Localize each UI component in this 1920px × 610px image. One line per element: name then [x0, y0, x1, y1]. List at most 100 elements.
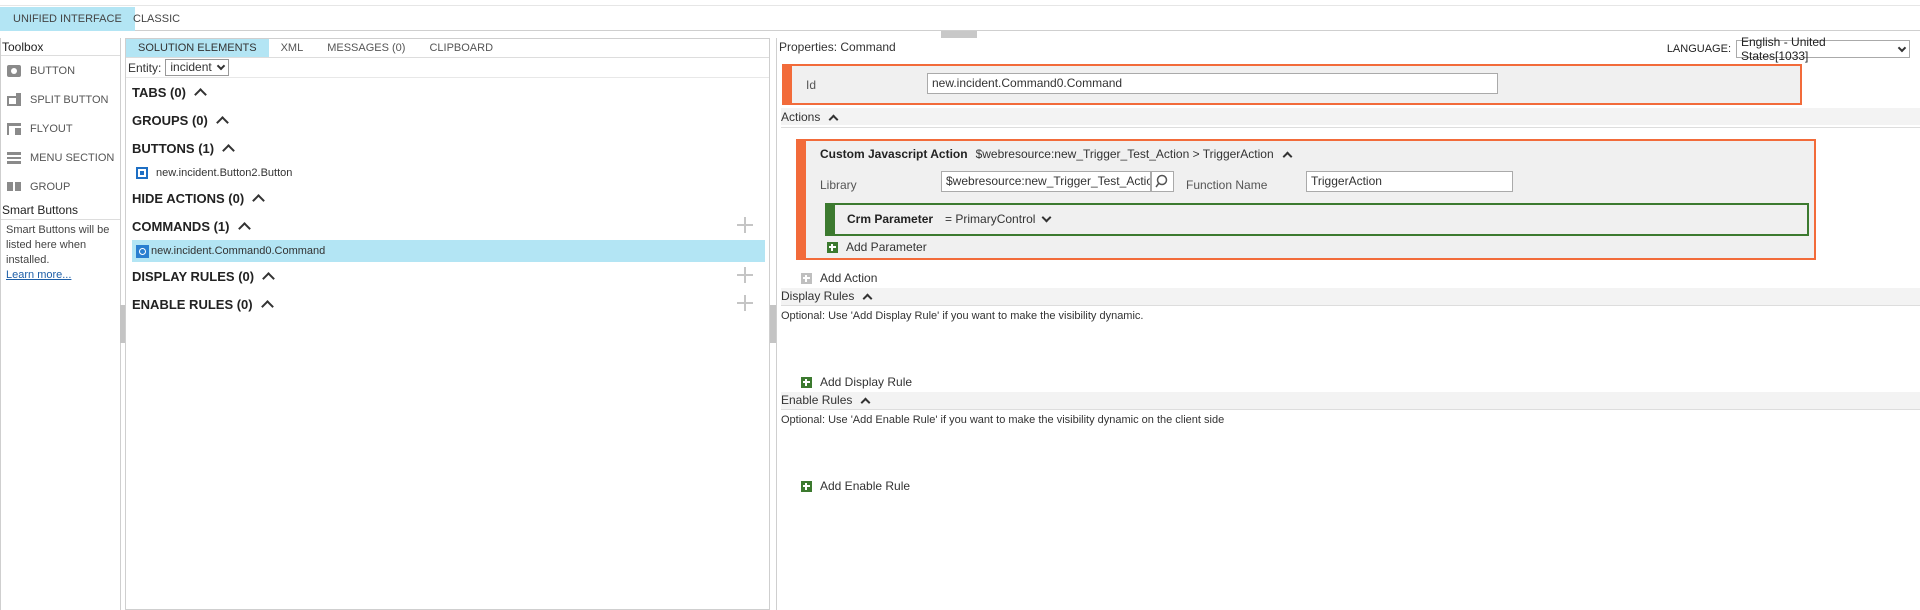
enable-rules-hint: Optional: Use 'Add Enable Rule' if you w… [781, 414, 1225, 426]
add-parameter-label: Add Parameter [846, 240, 927, 254]
library-field[interactable]: $webresource:new_Trigger_Test_Action [941, 171, 1151, 192]
add-icon [801, 376, 812, 388]
section-hide-actions-label: HIDE ACTIONS (0) [132, 190, 245, 206]
display-rules-header-band [781, 288, 1920, 305]
enable-rules-divider [781, 409, 1920, 410]
flyout-icon [6, 122, 22, 136]
tab-clipboard[interactable]: CLIPBOARD [417, 39, 505, 57]
chevron-up-icon[interactable] [237, 222, 251, 235]
toolbox-item-group[interactable]: GROUP [1, 172, 120, 201]
orange-accent-bar [784, 66, 792, 103]
section-tabs-label: TABS (0) [132, 84, 186, 100]
action-summary: $webresource:new_Trigger_Test_Action > T… [975, 147, 1274, 161]
add-display-rule-label: Add Display Rule [820, 375, 913, 389]
chevron-up-icon[interactable] [194, 88, 207, 101]
id-field[interactable]: new.incident.Command0.Command [927, 73, 1498, 94]
chevron-up-icon[interactable] [215, 116, 229, 129]
properties-title: Properties: Command [779, 40, 896, 54]
language-value: English - United States[1033] [1741, 35, 1826, 63]
tab-messages[interactable]: MESSAGES (0) [315, 39, 417, 57]
chevron-up-icon[interactable] [222, 144, 235, 157]
command-icon [136, 244, 149, 258]
add-enable-rule-link[interactable]: Add Enable Rule [801, 479, 910, 493]
button-item-label: new.incident.Button2.Button [156, 167, 293, 179]
chevron-up-icon[interactable] [252, 194, 266, 207]
action-header[interactable]: Custom Javascript Action $webresource:ne… [820, 147, 1293, 162]
solution-elements-panel: SOLUTION ELEMENTS XML MESSAGES (0) CLIPB… [125, 38, 770, 610]
chevron-up-icon[interactable] [862, 293, 873, 304]
tab-unified-interface[interactable]: UNIFIED INTERFACE [0, 7, 135, 31]
toolbox-panel: Toolbox BUTTON SPLIT BUTTON FLYOUT MENU … [0, 38, 121, 610]
search-icon [1155, 174, 1168, 188]
chevron-up-icon[interactable] [260, 300, 274, 313]
custom-javascript-action-box: Custom Javascript Action $webresource:ne… [796, 139, 1816, 260]
chevron-up-icon[interactable] [860, 397, 871, 408]
chevron-down-icon [216, 61, 225, 70]
mode-tabbar: UNIFIED INTERFACE CLASSIC [0, 7, 1920, 31]
enable-rules-header[interactable]: Enable Rules [781, 393, 871, 408]
entity-label: Entity: [128, 60, 162, 75]
add-action-label: Add Action [820, 271, 878, 285]
learn-more-link[interactable]: Learn more... [6, 269, 71, 281]
add-command-plus-icon[interactable] [737, 217, 753, 233]
tab-solution-elements[interactable]: SOLUTION ELEMENTS [126, 39, 269, 57]
entity-select[interactable]: incident [165, 59, 229, 76]
function-name-label: Function Name [1186, 178, 1268, 192]
chevron-down-icon[interactable] [1041, 212, 1052, 222]
add-action-link[interactable]: Add Action [801, 271, 877, 285]
chevron-up-icon[interactable] [262, 272, 275, 285]
command-id-box: Id new.incident.Command0.Command [782, 64, 1802, 105]
add-icon [801, 272, 812, 284]
add-parameter-link[interactable]: Add Parameter [827, 240, 927, 254]
actions-title: Actions [781, 110, 821, 124]
toolbox-item-label: BUTTON [30, 64, 76, 77]
horizontal-splitter-handle[interactable] [941, 31, 977, 38]
section-buttons[interactable]: BUTTONS (1) [126, 134, 769, 162]
toolbox-item-split-button[interactable]: SPLIT BUTTON [1, 85, 120, 114]
section-display-rules[interactable]: DISPLAY RULES (0) [126, 262, 769, 290]
button-list-item[interactable]: new.incident.Button2.Button [126, 162, 769, 184]
crm-parameter-value: = PrimaryControl [945, 212, 1036, 226]
actions-divider [781, 127, 1920, 128]
chevron-down-icon [1897, 43, 1907, 52]
section-tabs[interactable]: TABS (0) [126, 78, 769, 106]
tab-xml[interactable]: XML [269, 39, 316, 57]
menu-section-icon [6, 151, 22, 165]
command-list-item[interactable]: new.incident.Command0.Command [132, 240, 765, 262]
properties-header: Properties: Command LANGUAGE: English - … [777, 35, 1920, 63]
add-display-rule-plus-icon[interactable] [737, 267, 753, 283]
language-label: LANGUAGE: [1666, 43, 1731, 55]
toolbox-item-button[interactable]: BUTTON [1, 56, 120, 85]
enable-rules-title: Enable Rules [781, 393, 853, 407]
chevron-up-icon[interactable] [1282, 151, 1293, 162]
toolbox-item-menu-section[interactable]: MENU SECTION [1, 143, 120, 172]
section-enable-rules[interactable]: ENABLE RULES (0) [126, 290, 769, 318]
toolbox-item-flyout[interactable]: FLYOUT [1, 114, 120, 143]
add-enable-rule-plus-icon[interactable] [737, 295, 753, 311]
section-groups-label: GROUPS (0) [132, 112, 208, 128]
smart-buttons-text: Smart Buttons will be listed here when i… [1, 220, 120, 286]
crm-parameter-box: Crm Parameter = PrimaryControl [825, 203, 1809, 236]
toolbox-item-label: MENU SECTION [30, 151, 115, 164]
tab-classic[interactable]: CLASSIC [120, 7, 193, 31]
section-commands[interactable]: COMMANDS (1) [126, 212, 769, 240]
chevron-up-icon[interactable] [828, 114, 839, 125]
actions-header[interactable]: Actions [781, 110, 839, 125]
display-rules-header[interactable]: Display Rules [781, 289, 873, 304]
entity-value: incident [170, 60, 212, 74]
smart-buttons-title: Smart Buttons [1, 201, 120, 220]
button-icon [6, 64, 22, 78]
language-selector: LANGUAGE: English - United States[1033] [1666, 35, 1910, 63]
language-select[interactable]: English - United States[1033] [1736, 35, 1910, 63]
library-search-button[interactable] [1151, 171, 1174, 192]
group-icon [6, 180, 22, 194]
library-label: Library [820, 178, 857, 192]
section-groups[interactable]: GROUPS (0) [126, 106, 769, 134]
section-hide-actions[interactable]: HIDE ACTIONS (0) [126, 184, 769, 212]
add-display-rule-link[interactable]: Add Display Rule [801, 375, 912, 389]
properties-panel: Properties: Command LANGUAGE: English - … [776, 35, 1920, 610]
function-name-field[interactable]: TriggerAction [1306, 171, 1513, 192]
crm-parameter-header[interactable]: Crm Parameter = PrimaryControl [847, 212, 1052, 226]
entity-row: Entity: incident [126, 58, 769, 78]
green-accent-bar [827, 205, 835, 234]
